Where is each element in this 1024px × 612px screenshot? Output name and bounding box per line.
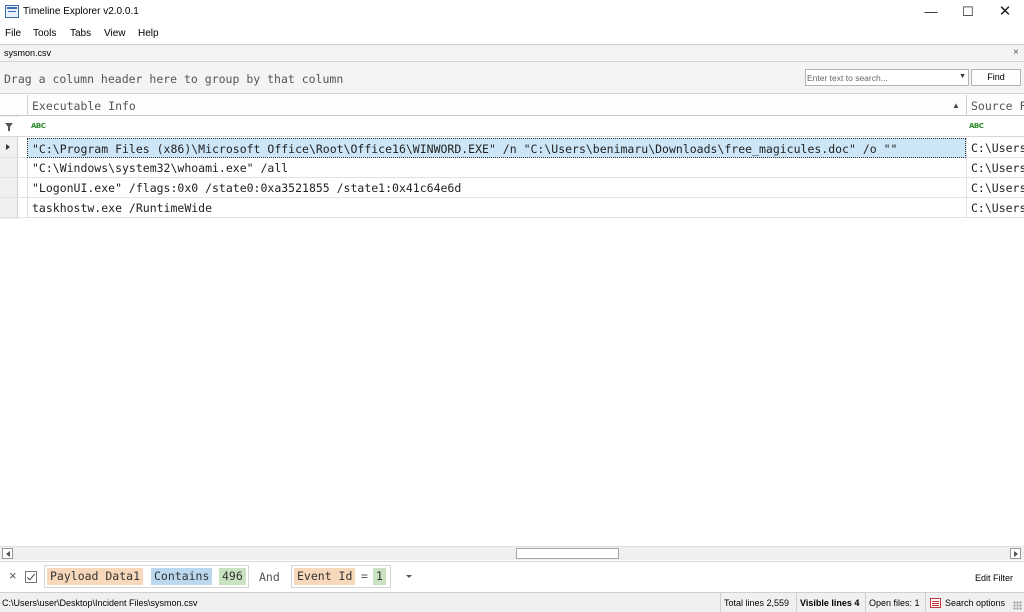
- search-box[interactable]: ▼: [805, 69, 969, 86]
- filter-field-token[interactable]: Payload Data1: [47, 568, 144, 585]
- current-row-arrow-icon: [6, 144, 10, 150]
- cell-executable-info[interactable]: "C:\Windows\system32\whoami.exe" /all: [27, 158, 966, 178]
- filter-conjunction[interactable]: And: [259, 570, 280, 584]
- text-filter-icon[interactable]: ABC: [31, 122, 46, 130]
- filter-operator-token[interactable]: =: [358, 568, 371, 585]
- cell-source-file[interactable]: C:\Users: [966, 158, 1024, 178]
- table-row[interactable]: "LogonUI.exe" /flags:0x0 /state0:0xa3521…: [0, 178, 1024, 198]
- column-header-executable-info[interactable]: Executable Info: [27, 95, 966, 116]
- filter-funnel-icon[interactable]: [5, 123, 13, 131]
- minimize-button[interactable]: —: [912, 0, 950, 24]
- title-bar: Timeline Explorer v2.0.0.1 — ☐ ✕: [0, 0, 1024, 24]
- file-tab-bar: sysmon.csv ×: [0, 44, 1024, 62]
- menu-tabs[interactable]: Tabs: [70, 28, 91, 39]
- horizontal-scrollbar[interactable]: [0, 546, 1024, 560]
- filter-dropdown-icon[interactable]: [406, 575, 412, 578]
- search-options-icon[interactable]: [930, 598, 941, 608]
- tab-close-icon[interactable]: ×: [1013, 47, 1019, 58]
- cell-executable-info[interactable]: "LogonUI.exe" /flags:0x0 /state0:0xa3521…: [27, 178, 966, 198]
- table-row[interactable]: "C:\Program Files (x86)\Microsoft Office…: [0, 138, 1024, 158]
- menu-tools[interactable]: Tools: [33, 28, 56, 39]
- table-row[interactable]: taskhostw.exe /RuntimeWide C:\Users: [0, 198, 1024, 218]
- cell-source-file[interactable]: C:\Users: [966, 178, 1024, 198]
- filter-bar: × Payload Data1 Contains 496 And Event I…: [0, 561, 1024, 591]
- menu-bar: File Tools Tabs View Help: [0, 24, 1024, 44]
- close-window-button[interactable]: ✕: [986, 0, 1024, 24]
- auto-filter-row: ABC ABC: [0, 117, 1024, 137]
- column-header-row: Executable Info ▲ Source F: [0, 95, 1024, 116]
- group-by-panel[interactable]: Drag a column header here to group by th…: [0, 62, 1024, 94]
- tab-sysmon-csv[interactable]: sysmon.csv: [4, 48, 51, 58]
- scrollbar-thumb[interactable]: [516, 548, 619, 559]
- status-total-lines: Total lines 2,559: [720, 593, 789, 612]
- scroll-left-icon[interactable]: [2, 548, 13, 559]
- cell-executable-info[interactable]: taskhostw.exe /RuntimeWide: [27, 198, 966, 218]
- status-file-path: C:\Users\user\Desktop\Incident Files\sys…: [2, 598, 198, 608]
- filter-enabled-checkbox[interactable]: [25, 571, 37, 583]
- scroll-right-icon[interactable]: [1010, 548, 1021, 559]
- menu-file[interactable]: File: [5, 28, 21, 39]
- filter-condition-2[interactable]: Event Id = 1: [291, 565, 391, 588]
- edit-filter-button[interactable]: Edit Filter: [975, 573, 1013, 583]
- status-divider: [925, 593, 926, 612]
- filter-value-token[interactable]: 1: [373, 568, 386, 585]
- menu-view[interactable]: View: [104, 28, 126, 39]
- status-open-files: Open files: 1: [865, 593, 920, 612]
- text-filter-icon[interactable]: ABC: [969, 122, 984, 130]
- status-visible-lines: Visible lines 4: [796, 593, 859, 612]
- search-input[interactable]: [807, 71, 955, 84]
- search-dropdown-icon[interactable]: ▼: [959, 73, 966, 80]
- filter-value-token[interactable]: 496: [219, 568, 246, 585]
- cell-executable-info[interactable]: "C:\Program Files (x86)\Microsoft Office…: [27, 138, 966, 158]
- clear-filter-icon[interactable]: ×: [9, 568, 17, 583]
- cell-source-file[interactable]: C:\Users: [966, 198, 1024, 218]
- column-header-source-file[interactable]: Source F: [966, 95, 1024, 116]
- menu-help[interactable]: Help: [138, 28, 159, 39]
- filter-operator-token[interactable]: Contains: [151, 568, 213, 585]
- app-icon: [5, 5, 19, 18]
- status-bar: C:\Users\user\Desktop\Incident Files\sys…: [0, 592, 1024, 612]
- find-button[interactable]: Find: [971, 69, 1021, 86]
- resize-grip-icon[interactable]: [1013, 601, 1022, 610]
- search-options-button[interactable]: Search options: [942, 593, 1005, 612]
- group-by-hint: Drag a column header here to group by th…: [4, 72, 344, 86]
- maximize-button[interactable]: ☐: [949, 0, 987, 24]
- filter-field-token[interactable]: Event Id: [294, 568, 356, 585]
- table-row[interactable]: "C:\Windows\system32\whoami.exe" /all C:…: [0, 158, 1024, 178]
- sort-ascending-icon: ▲: [952, 101, 960, 110]
- data-grid: Executable Info ▲ Source F ABC ABC "C:\P…: [0, 95, 1024, 545]
- cell-source-file[interactable]: C:\Users: [966, 138, 1024, 158]
- filter-condition-1[interactable]: Payload Data1 Contains 496: [44, 565, 249, 588]
- window-title: Timeline Explorer v2.0.0.1: [23, 6, 139, 17]
